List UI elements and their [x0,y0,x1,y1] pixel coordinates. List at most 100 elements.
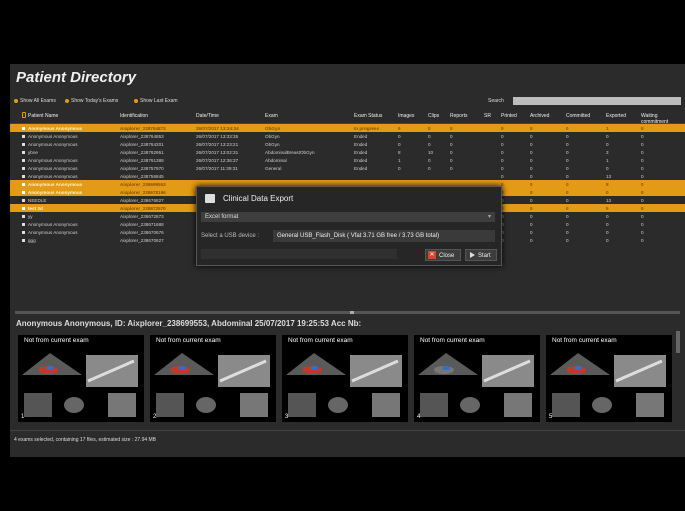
lock-icon [22,112,26,118]
table-cell: Ended [354,141,368,147]
column-header[interactable]: Exam Status [354,113,394,119]
column-header[interactable]: Images [398,113,420,119]
thumbnail-scrollbar[interactable] [676,331,680,353]
table-cell: 0 [530,229,533,235]
table-cell: 5 [606,205,609,211]
table-row[interactable]: Anonymous Anonymous Aixplorer_238764853 26… [10,132,685,140]
table-row[interactable]: Anonymous Anonymous Aixplorer_238761388 26… [10,156,685,164]
exam-thumbnail[interactable]: Not from current exam 1 [18,335,144,422]
table-cell: 26/07/2017 12:36:37 [196,157,239,163]
row-checkbox[interactable] [22,175,25,178]
row-checkbox[interactable] [22,143,25,146]
column-header[interactable]: Reports [450,113,476,119]
table-cell: Aixplorer_238699553 [120,181,166,187]
row-checkbox[interactable] [22,207,25,210]
thumbnail-label: Not from current exam [156,337,221,344]
export-progress [201,249,397,259]
close-icon: ✕ [428,251,436,260]
column-header[interactable]: Date/Time [196,113,262,119]
row-checkbox[interactable] [22,167,25,170]
row-checkbox[interactable] [22,231,25,234]
table-cell: 0 [450,157,453,163]
row-checkbox[interactable] [22,127,25,130]
table-cell: 0 [501,165,504,171]
divider [10,430,685,431]
table-cell: 0 [428,141,431,147]
table-cell: 0 [641,133,644,139]
scrollbar-thumb[interactable] [350,311,354,314]
table-cell: ObGyn [265,125,281,131]
table-cell: 0 [641,229,644,235]
table-cell: Anonymous Anonymous [28,141,78,147]
table-header: Patient Name Identification Date/Time Exam E… [10,109,685,125]
column-header[interactable]: Printed [501,113,523,119]
image-region [240,393,268,417]
table-cell: 0 [566,205,569,211]
row-checkbox[interactable] [22,215,25,218]
table-scrollbar[interactable] [15,311,680,314]
image-region [310,366,318,370]
table-cell: 0 [641,141,644,147]
table-cell: Aixplorer_238764201 [120,141,164,147]
row-checkbox[interactable] [22,191,25,194]
table-cell: 5 [398,125,401,131]
usb-label: Select a USB device : [201,233,260,239]
column-header[interactable]: Patient Name [28,113,124,119]
search-input[interactable] [513,97,681,105]
table-row[interactable]: Anonymous Anonymous Aixplorer_238764201 26… [10,140,685,148]
table-cell: 0 [641,197,644,203]
table-cell: 0 [566,157,569,163]
column-header[interactable]: Exported [606,113,632,119]
table-row[interactable]: ybne Aixplorer_238762951 26/07/2017 13:02:… [10,148,685,156]
row-checkbox[interactable] [22,135,25,138]
image-region [420,393,448,417]
table-cell: 26/07/2017 11:39:31 [196,165,238,171]
table-cell: 0 [566,237,569,243]
table-cell: Ended [354,149,368,155]
document-icon [205,194,215,203]
column-header[interactable]: Archived [530,113,560,119]
table-cell: Ended [354,165,368,171]
image-region [108,393,136,417]
table-cell: 0 [450,133,453,139]
exam-thumbnail[interactable]: Not from current exam 5 [546,335,672,422]
column-header[interactable]: Committed [566,113,600,119]
table-row[interactable]: Anonymous Anonymous Aixplorer_238756845 0 0… [10,172,685,180]
image-region [574,366,582,370]
column-header[interactable]: Exam [265,113,355,119]
status-bar: 4 exams selected, containing 17 files, e… [14,437,157,443]
exam-thumbnail[interactable]: Not from current exam 2 [150,335,276,422]
row-checkbox[interactable] [22,199,25,202]
format-select[interactable]: Excel format ▾ [201,212,495,222]
table-cell: 0 [501,181,504,187]
filter-all-exams[interactable]: Show All Exams [14,98,56,104]
exam-thumbnail[interactable]: Not from current exam 3 [282,335,408,422]
row-checkbox[interactable] [22,151,25,154]
close-button[interactable]: ✕ Close [425,249,461,261]
table-cell: Aixplorer_238670676 [120,229,164,235]
usb-device-select[interactable]: General USB_Flash_Disk ( Vfat 3.71 GB fr… [273,230,495,242]
table-cell: 0 [606,165,609,171]
row-checkbox[interactable] [22,183,25,186]
filter-today-exams[interactable]: Show Today's Exams [65,98,118,104]
column-header[interactable]: Identification [120,113,204,119]
table-cell: Anonymous Anonymous [28,173,78,179]
image-region [442,366,450,370]
exam-thumbnail[interactable]: Not from current exam 4 [414,335,540,422]
row-checkbox[interactable] [22,239,25,242]
column-header[interactable]: Clips [428,113,444,119]
table-cell: 1 [398,157,401,163]
dialog-title: Clinical Data Export [223,194,294,203]
row-checkbox[interactable] [22,223,25,226]
filter-last-exam[interactable]: Show Last Exam [134,98,178,104]
table-cell: 0 [566,213,569,219]
table-cell: 0 [501,237,504,243]
start-button[interactable]: Start [465,249,497,261]
table-row[interactable]: Anonymous Anonymous Aixplorer_238757970 26… [10,164,685,172]
row-checkbox[interactable] [22,159,25,162]
table-cell: 0 [641,181,644,187]
column-header[interactable]: SR [484,113,496,119]
table-row[interactable]: Anonymous Anonymous Aixplorer_238764873 26… [10,124,685,132]
table-cell: 0 [428,125,431,131]
table-cell: yy [28,213,33,219]
